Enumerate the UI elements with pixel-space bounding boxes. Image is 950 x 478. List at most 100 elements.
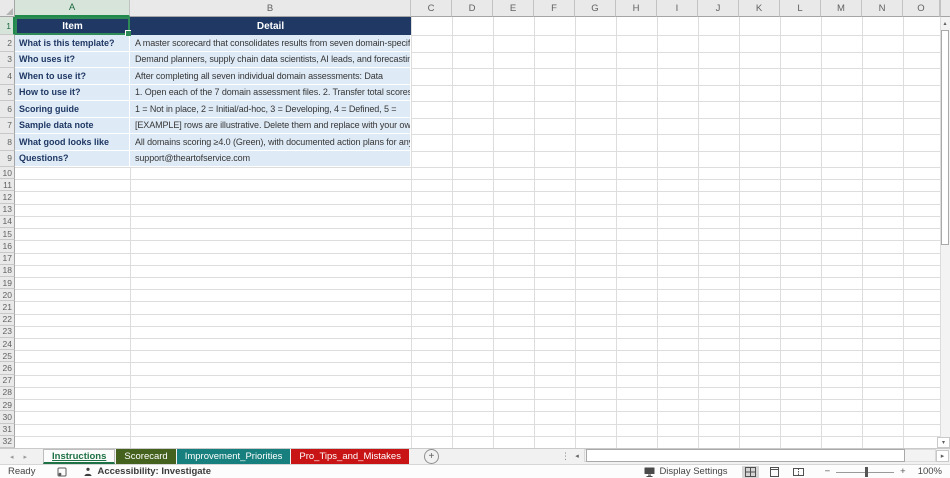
zoom-in-button[interactable]: + (900, 466, 906, 477)
zoom-out-button[interactable]: − (825, 466, 831, 477)
cell-B5[interactable]: 1. Open each of the 7 domain assessment … (130, 85, 411, 102)
column-header-N[interactable]: N (862, 0, 903, 17)
column-header-D[interactable]: D (452, 0, 493, 17)
display-settings-button[interactable]: Display Settings (644, 466, 727, 477)
cell-B4[interactable]: After completing all seven individual do… (130, 68, 411, 85)
zoom-level[interactable]: 100% (918, 466, 942, 477)
row-header-23[interactable]: 23 (0, 326, 15, 338)
cell-A8[interactable]: What good looks like (15, 134, 130, 151)
row-header-7[interactable]: 7 (0, 118, 15, 135)
cell-B7[interactable]: [EXAMPLE] rows are illustrative. Delete … (130, 118, 411, 135)
gridline (15, 301, 940, 302)
column-header-G[interactable]: G (575, 0, 616, 17)
row-header-18[interactable]: 18 (0, 265, 15, 277)
row-header-24[interactable]: 24 (0, 338, 15, 350)
scroll-left-icon[interactable]: ◂ (571, 450, 583, 462)
column-header-L[interactable]: L (780, 0, 821, 17)
tab-nav-buttons: ◂ ▸ (0, 449, 31, 464)
cell-A1[interactable]: Item (15, 17, 130, 35)
sheet-grid[interactable]: ItemDetailWhat is this template?A master… (15, 17, 940, 448)
row-header-4[interactable]: 4 (0, 68, 15, 85)
column-header-M[interactable]: M (821, 0, 862, 17)
row-header-5[interactable]: 5 (0, 85, 15, 102)
cell-A3[interactable]: Who uses it? (15, 52, 130, 69)
row-header-1[interactable]: 1 (0, 17, 15, 35)
row-header-25[interactable]: 25 (0, 350, 15, 362)
page-layout-view-icon (769, 467, 780, 477)
row-header-20[interactable]: 20 (0, 289, 15, 301)
sheet-tab-improvement_priorities[interactable]: Improvement_Priorities (177, 449, 291, 464)
column-header-C[interactable]: C (411, 0, 452, 17)
row-header-3[interactable]: 3 (0, 52, 15, 69)
sheet-tab-pro_tips_and_mistakes[interactable]: Pro_Tips_and_Mistakes (291, 449, 409, 464)
row-header-6[interactable]: 6 (0, 101, 15, 118)
cell-B3[interactable]: Demand planners, supply chain data scien… (130, 52, 411, 69)
cell-B8[interactable]: All domains scoring ≥4.0 (Green), with d… (130, 134, 411, 151)
column-header-J[interactable]: J (698, 0, 739, 17)
column-header-A[interactable]: A (15, 0, 130, 17)
gridline (15, 253, 940, 254)
vertical-scrollbar-thumb[interactable] (941, 30, 949, 245)
cell-B9[interactable]: support@theartofservice.com (130, 151, 411, 168)
row-header-29[interactable]: 29 (0, 399, 15, 411)
scroll-up-icon[interactable]: ▴ (940, 18, 950, 29)
row-header-13[interactable]: 13 (0, 204, 15, 216)
row-header-32[interactable]: 32 (0, 436, 15, 448)
row-header-12[interactable]: 12 (0, 191, 15, 203)
selection-fill-handle[interactable] (125, 30, 131, 36)
row-header-11[interactable]: 11 (0, 179, 15, 191)
gridline (15, 216, 940, 217)
scroll-down-icon[interactable]: ▾ (937, 437, 950, 448)
row-header-17[interactable]: 17 (0, 253, 15, 265)
row-header-30[interactable]: 30 (0, 411, 15, 423)
row-header-28[interactable]: 28 (0, 387, 15, 399)
column-header-B[interactable]: B (130, 0, 411, 17)
row-header-16[interactable]: 16 (0, 240, 15, 252)
row-header-19[interactable]: 19 (0, 277, 15, 289)
row-header-10[interactable]: 10 (0, 167, 15, 179)
scroll-right-icon[interactable]: ▸ (936, 450, 949, 462)
tab-splitter-handle[interactable]: ⋮ (561, 449, 570, 463)
column-header-O[interactable]: O (903, 0, 940, 17)
row-header-9[interactable]: 9 (0, 151, 15, 168)
cell-B6[interactable]: 1 = Not in place, 2 = Initial/ad-hoc, 3 … (130, 101, 411, 118)
row-header-27[interactable]: 27 (0, 375, 15, 387)
zoom-slider-thumb[interactable] (865, 467, 868, 477)
column-header-H[interactable]: H (616, 0, 657, 17)
row-header-26[interactable]: 26 (0, 362, 15, 374)
column-header-E[interactable]: E (493, 0, 534, 17)
column-header-K[interactable]: K (739, 0, 780, 17)
row-header-21[interactable]: 21 (0, 301, 15, 313)
row-header-31[interactable]: 31 (0, 424, 15, 436)
cell-B1[interactable]: Detail (130, 17, 411, 35)
prev-sheet-icon[interactable]: ◂ (10, 453, 14, 461)
row-header-22[interactable]: 22 (0, 314, 15, 326)
row-header-14[interactable]: 14 (0, 216, 15, 228)
page-break-view-button[interactable] (790, 466, 807, 478)
horizontal-scrollbar-thumb[interactable] (586, 449, 905, 462)
next-sheet-icon[interactable]: ▸ (24, 453, 28, 461)
row-header-8[interactable]: 8 (0, 134, 15, 151)
cell-B2[interactable]: A master scorecard that consolidates res… (130, 35, 411, 52)
cell-A7[interactable]: Sample data note (15, 118, 130, 135)
zoom-slider[interactable] (836, 466, 894, 478)
row-header-15[interactable]: 15 (0, 228, 15, 240)
row-header-2[interactable]: 2 (0, 35, 15, 52)
normal-view-button[interactable] (742, 466, 759, 478)
column-header-F[interactable]: F (534, 0, 575, 17)
sheet-tab-instructions[interactable]: Instructions (43, 449, 115, 464)
macro-record-icon[interactable] (57, 467, 67, 477)
gridline (15, 240, 940, 241)
display-settings-label: Display Settings (659, 466, 727, 477)
cell-A4[interactable]: When to use it? (15, 68, 130, 85)
cell-A2[interactable]: What is this template? (15, 35, 130, 52)
page-layout-view-button[interactable] (766, 466, 783, 478)
accessibility-status[interactable]: Accessibility: Investigate (83, 466, 211, 477)
column-header-I[interactable]: I (657, 0, 698, 17)
cell-A5[interactable]: How to use it? (15, 85, 130, 102)
new-sheet-button[interactable]: + (424, 449, 439, 464)
sheet-tab-scorecard[interactable]: Scorecard (116, 449, 175, 464)
select-all-corner[interactable] (0, 0, 15, 17)
cell-A6[interactable]: Scoring guide (15, 101, 130, 118)
cell-A9[interactable]: Questions? (15, 151, 130, 168)
